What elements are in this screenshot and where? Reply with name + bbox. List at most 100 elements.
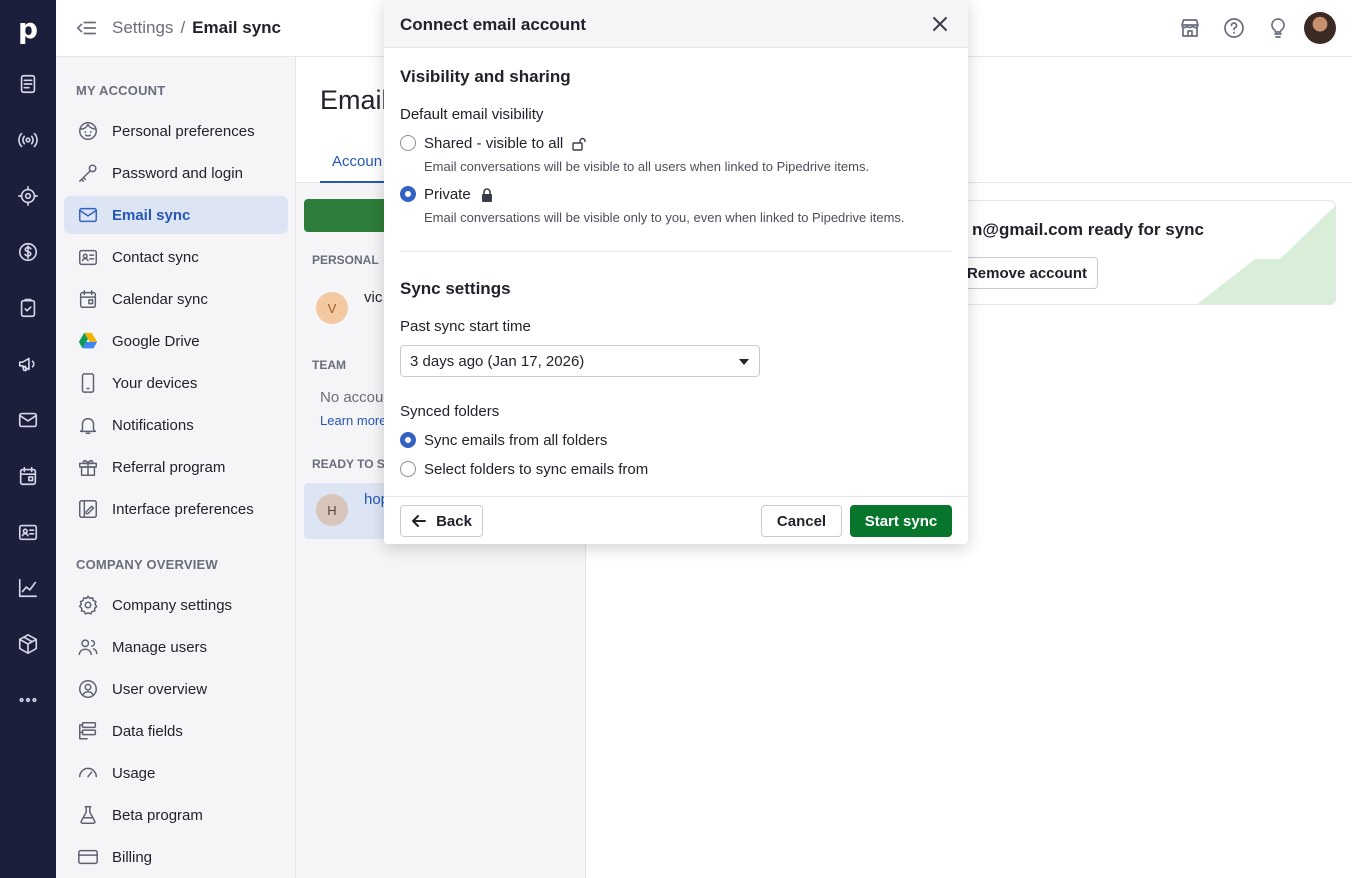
sidebar-item-password-and-login[interactable]: Password and login [64,154,288,192]
sidebar-item-label: Personal preferences [112,122,255,140]
interface-icon [76,497,100,521]
all-folders-label[interactable]: Sync emails from all folders [424,432,607,449]
private-option-text: Private [424,186,471,203]
tab-accounts[interactable]: Accoun [320,153,390,183]
sidebar-item-label: Billing [112,848,153,866]
sidebar-item-notifications[interactable]: Notifications [64,406,288,444]
radio-private[interactable] [400,186,416,202]
select-folders-label[interactable]: Select folders to sync emails from [424,461,648,478]
breadcrumb-settings[interactable]: Settings [112,18,173,37]
card-icon [76,845,100,869]
money-icon[interactable] [16,240,40,264]
radio-all-folders[interactable] [400,432,416,448]
past-sync-select[interactable]: 3 days ago (Jan 17, 2026) [400,345,760,377]
data-fields-icon [76,719,100,743]
google-drive-icon [76,329,100,353]
close-icon[interactable] [928,12,952,36]
start-sync-button[interactable]: Start sync [850,505,952,537]
more-icon[interactable] [16,688,40,712]
visibility-label: Default email visibility [400,106,544,123]
sidebar-item-calendar-sync[interactable]: Calendar sync [64,280,288,318]
modal-title: Connect email account [400,15,587,34]
page-title: Email [320,85,388,115]
sidebar-item-company-settings[interactable]: Company settings [64,586,288,624]
modal-footer: Back Cancel Start sync [384,496,968,544]
sidebar-item-label: Google Drive [112,332,200,350]
team-empty-text: No accou [320,389,384,406]
sidebar-item-beta-program[interactable]: Beta program [64,796,288,834]
insights-icon[interactable] [16,576,40,600]
sidebar-item-label: Data fields [112,722,183,740]
account-name: vic [364,289,383,306]
account-avatar: H [316,494,348,526]
sidebar-item-usage[interactable]: Usage [64,754,288,792]
radio-select-folders[interactable] [400,461,416,477]
past-sync-value: 3 days ago (Jan 17, 2026) [410,353,585,370]
visibility-section-title: Visibility and sharing [400,67,571,86]
lightbulb-icon[interactable] [1266,16,1290,40]
mail-icon[interactable] [16,408,40,432]
shared-option-text: Shared - visible to all [424,135,564,152]
synced-folders-label: Synced folders [400,403,500,420]
private-option-description: Email conversations will be visible only… [424,210,905,225]
marketplace-icon[interactable] [1178,16,1202,40]
campaigns-icon[interactable] [16,352,40,376]
calendar-icon[interactable] [16,464,40,488]
company-overview-header: COMPANY OVERVIEW [76,557,218,572]
modal-header: Connect email account [384,0,968,48]
pipedrive-logo[interactable]: p [0,0,56,56]
flask-icon [76,803,100,827]
connect-email-modal: Connect email account Visibility and sha… [384,0,968,544]
phone-icon [76,371,100,395]
bell-icon [76,413,100,437]
sidebar-item-data-fields[interactable]: Data fields [64,712,288,750]
sidebar-item-personal-preferences[interactable]: Personal preferences [64,112,288,150]
collapse-menu-icon[interactable] [76,17,98,39]
user-avatar[interactable] [1304,12,1336,44]
unlock-icon [572,137,586,151]
learn-more-link[interactable]: Learn more [320,413,386,428]
card-title: n@gmail.com ready for sync [972,220,1204,239]
card-illustration [1197,206,1335,304]
sidebar-item-interface-preferences[interactable]: Interface preferences [64,490,288,528]
caret-down-icon [739,359,749,365]
tasks-icon[interactable] [16,296,40,320]
arrow-left-icon [412,515,427,527]
key-icon [76,161,100,185]
sidebar-item-label: Referral program [112,458,226,476]
products-icon[interactable] [16,632,40,656]
sidebar-item-contact-sync[interactable]: Contact sync [64,238,288,276]
past-sync-label: Past sync start time [400,318,531,335]
leads-icon[interactable] [16,128,40,152]
users-icon [76,635,100,659]
calendar-icon [76,287,100,311]
help-icon[interactable] [1222,16,1246,40]
sidebar-item-your-devices[interactable]: Your devices [64,364,288,402]
back-button[interactable]: Back [400,505,483,537]
cancel-button[interactable]: Cancel [761,505,842,537]
sidebar-item-label: Email sync [112,206,191,224]
mail-icon [76,203,100,227]
private-option-label[interactable]: Private [424,186,495,203]
sidebar-item-label: Interface preferences [112,500,254,518]
radio-shared[interactable] [400,135,416,151]
deals-icon[interactable] [16,72,40,96]
sidebar-item-billing[interactable]: Billing [64,838,288,876]
sidebar-item-label: Notifications [112,416,194,434]
sidebar-item-manage-users[interactable]: Manage users [64,628,288,666]
settings-sidebar: MY ACCOUNT Personal preferences Password… [56,57,296,878]
focus-icon[interactable] [16,184,40,208]
contacts-icon[interactable] [16,520,40,544]
contact-card-icon [76,245,100,269]
sidebar-item-google-drive[interactable]: Google Drive [64,322,288,360]
shared-option-label[interactable]: Shared - visible to all [424,135,587,152]
sidebar-item-email-sync[interactable]: Email sync [64,196,288,234]
sidebar-item-user-overview[interactable]: User overview [64,670,288,708]
sidebar-item-referral-program[interactable]: Referral program [64,448,288,486]
gift-icon [76,455,100,479]
remove-account-button[interactable]: Remove account [956,257,1098,289]
sidebar-item-label: Your devices [112,374,198,392]
breadcrumb-current: Email sync [192,18,281,37]
sidebar-item-label: User overview [112,680,208,698]
sync-section-title: Sync settings [400,279,511,298]
